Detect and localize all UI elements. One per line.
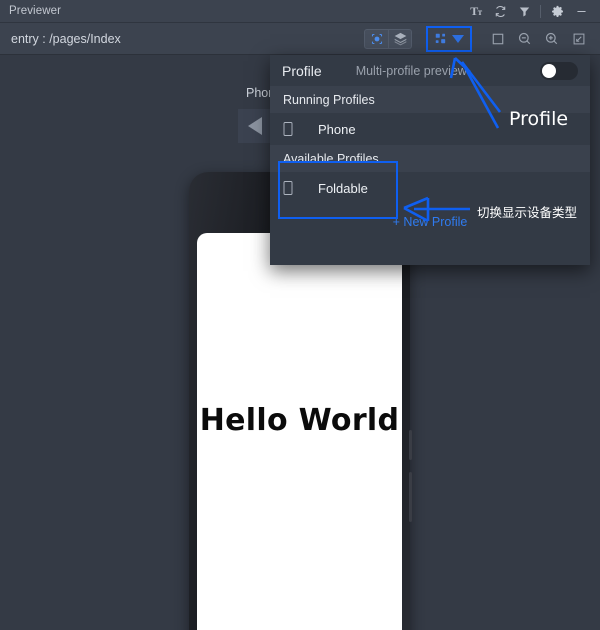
previous-device-button[interactable] <box>238 109 272 143</box>
profile-panel-title: Profile <box>282 62 322 79</box>
funnel-icon[interactable] <box>512 0 536 22</box>
device-volume-button <box>409 472 412 522</box>
fit-to-window-icon[interactable] <box>565 27 592 51</box>
layers-icon[interactable] <box>388 29 411 48</box>
device-screen[interactable]: Hello World <box>197 233 402 630</box>
multi-profile-label: Multi-profile preview <box>355 63 467 78</box>
screen-hello-text: Hello World <box>199 403 400 438</box>
device-foldable-icon <box>283 180 305 196</box>
toggle-knob <box>542 63 556 78</box>
window-actions: Tт <box>464 0 600 22</box>
gear-icon[interactable] <box>545 0 569 22</box>
chevron-left-icon <box>248 117 262 135</box>
profile-switcher-button[interactable] <box>426 25 472 52</box>
section-heading-available: Available Profiles <box>270 145 590 172</box>
grid-icon <box>435 33 446 43</box>
toolbar-actions <box>364 25 600 52</box>
device-side-button <box>409 430 412 460</box>
new-profile-link[interactable]: + New Profile <box>393 215 468 229</box>
previewer-window: Previewer Tт entry: /pages/Index Phone … <box>0 0 600 630</box>
profile-panel-header: Profile Multi-profile preview <box>270 55 590 86</box>
profile-panel-footer: + New Profile <box>270 204 590 240</box>
profile-dropdown-panel: Profile Multi-profile preview Running Pr… <box>270 55 590 265</box>
titlebar-divider <box>540 4 541 18</box>
preview-toolbar: entry : /pages/Index <box>0 23 600 55</box>
inspector-icon[interactable] <box>365 30 388 48</box>
chevron-down-icon <box>452 34 464 43</box>
refresh-icon[interactable] <box>488 0 512 22</box>
minimize-icon[interactable] <box>569 0 593 22</box>
inspect-layers-group <box>364 28 412 49</box>
zoom-out-icon[interactable] <box>511 27 538 51</box>
profile-item-label: Foldable <box>318 180 368 196</box>
zoom-in-icon[interactable] <box>538 27 565 51</box>
breadcrumb: entry : /pages/Index <box>11 31 121 46</box>
window-title: Previewer <box>9 5 62 17</box>
profile-item-phone[interactable]: Phone <box>270 113 590 145</box>
frame-icon[interactable] <box>484 27 511 51</box>
font-size-icon[interactable]: Tт <box>464 0 488 22</box>
device-phone-icon <box>283 121 305 137</box>
title-bar: Previewer Tт <box>0 0 600 23</box>
profile-item-label: Phone <box>318 121 356 137</box>
profile-item-foldable[interactable]: Foldable <box>270 172 590 204</box>
multi-profile-toggle[interactable] <box>540 61 578 80</box>
section-heading-running: Running Profiles <box>270 86 590 113</box>
